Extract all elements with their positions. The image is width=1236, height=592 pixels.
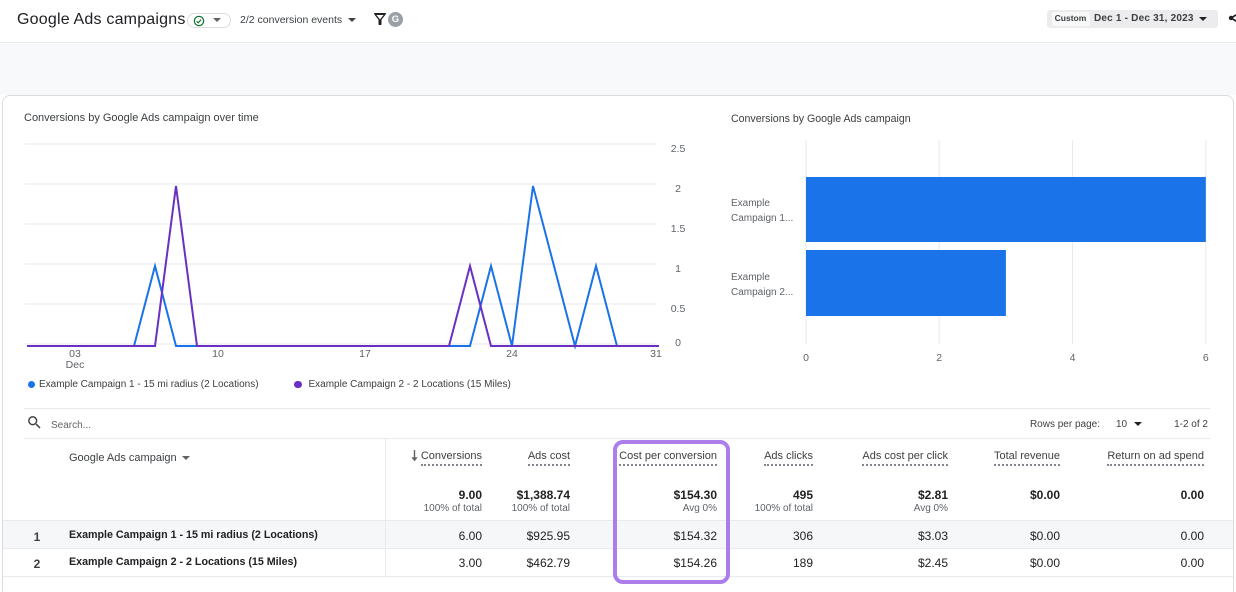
svg-text:1: 1 [675,263,681,275]
svg-text:2: 2 [936,352,942,364]
svg-text:Campaign 1...: Campaign 1... [731,213,793,224]
svg-text:6: 6 [1203,352,1209,364]
svg-text:Campaign 2...: Campaign 2... [731,287,793,298]
svg-text:Example: Example [731,272,770,283]
svg-text:4: 4 [1070,352,1076,364]
svg-text:17: 17 [359,348,371,360]
svg-text:24: 24 [506,348,518,360]
svg-text:10: 10 [212,348,224,360]
svg-text:1.5: 1.5 [671,223,686,235]
svg-text:0: 0 [675,337,681,349]
svg-text:0: 0 [803,352,809,364]
svg-text:2: 2 [675,183,681,195]
svg-text:31: 31 [650,348,662,360]
svg-text:0.5: 0.5 [671,303,686,315]
svg-text:Dec: Dec [66,359,85,371]
svg-text:Example: Example [731,198,770,209]
svg-text:2.5: 2.5 [671,143,686,155]
